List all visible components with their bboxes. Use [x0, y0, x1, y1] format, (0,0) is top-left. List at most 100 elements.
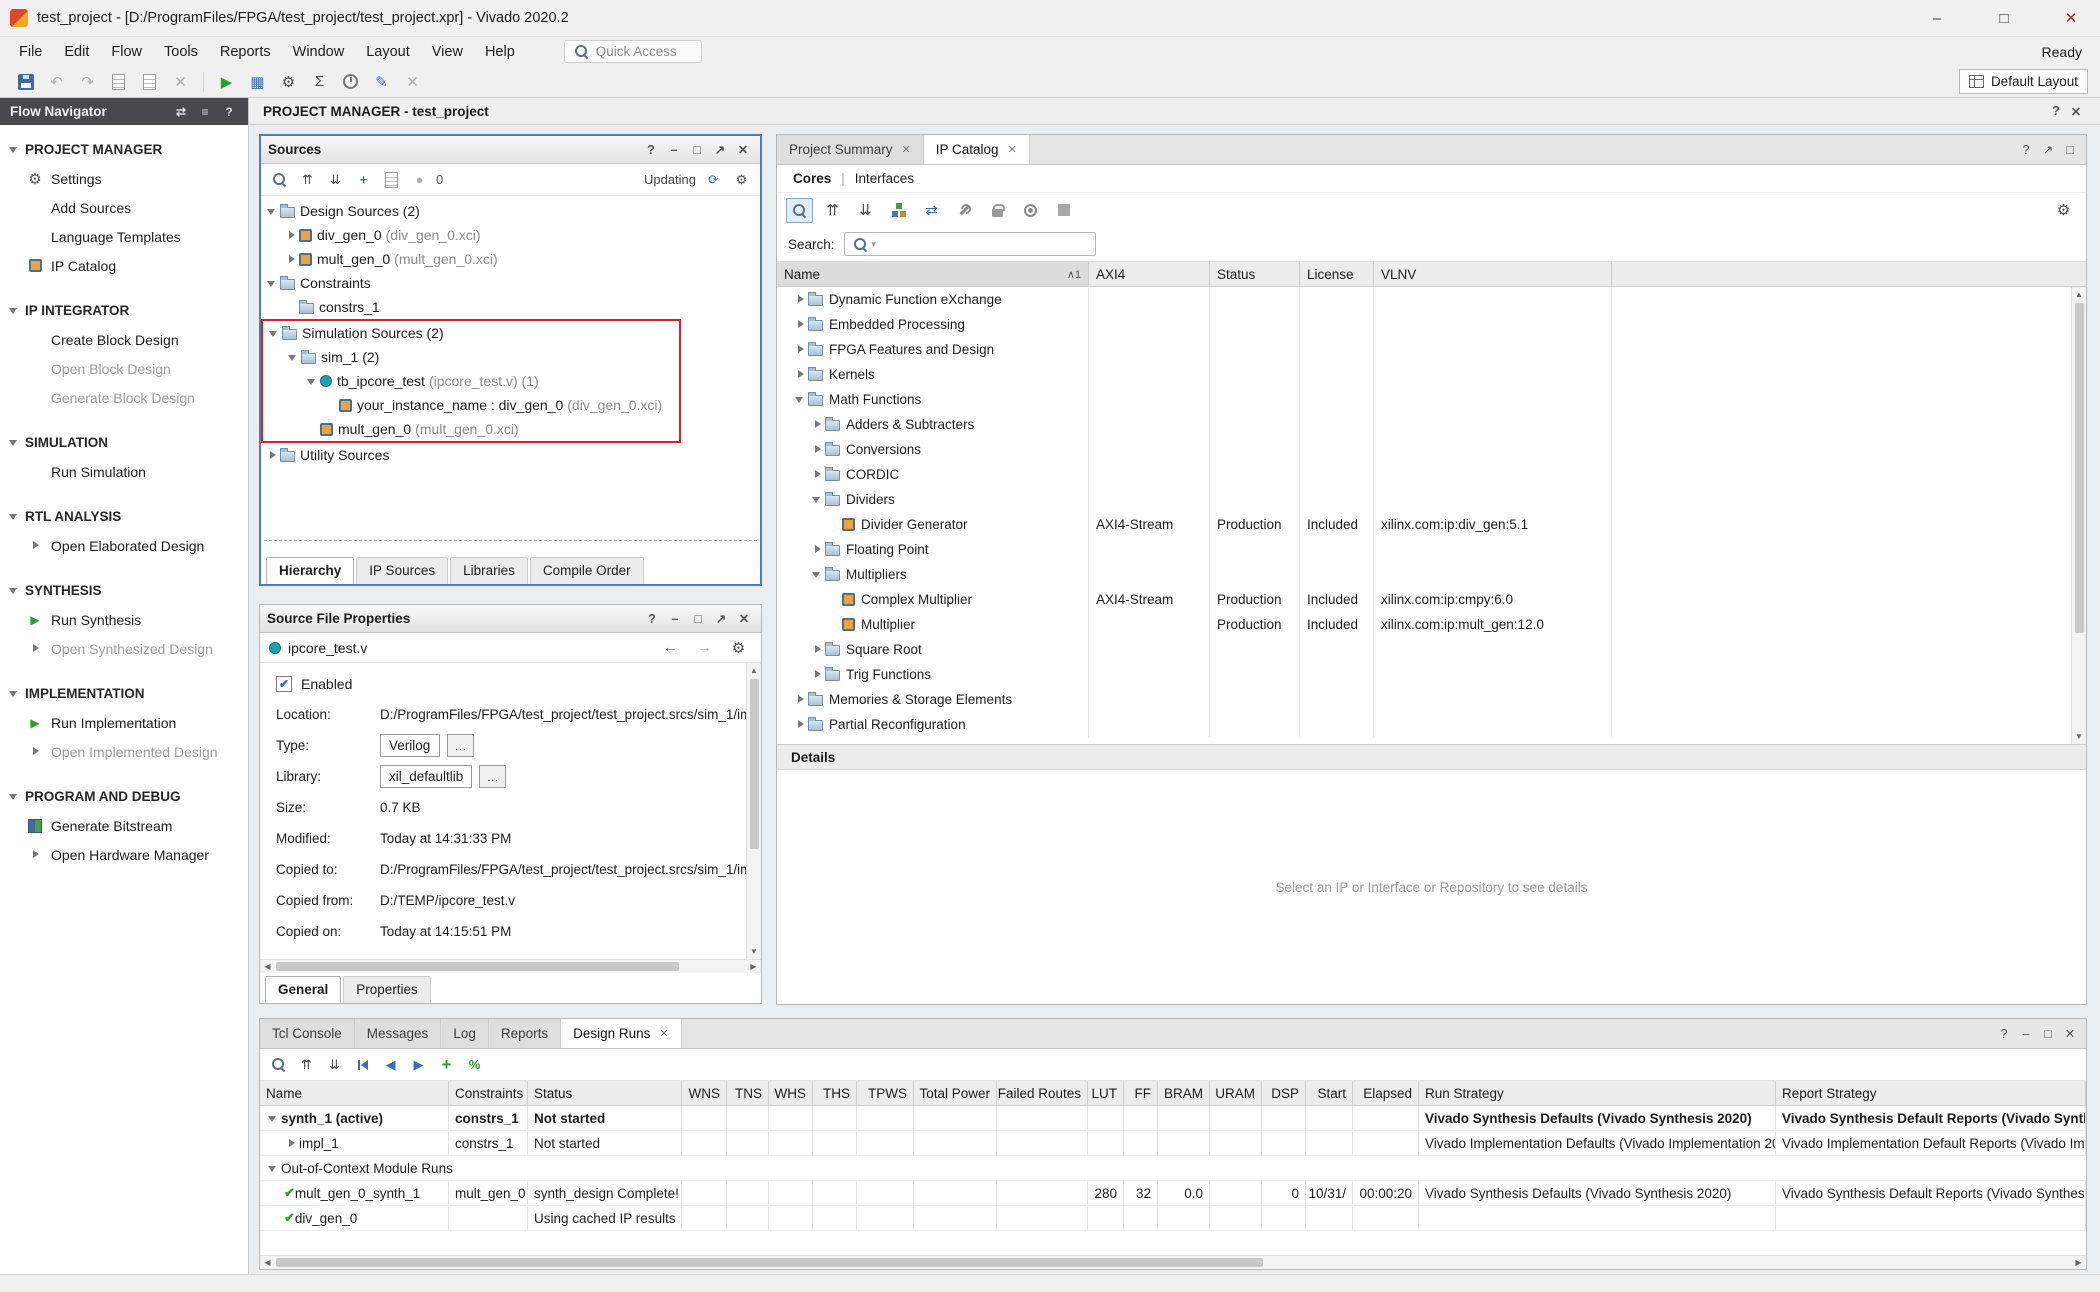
- open-file-button[interactable]: [379, 168, 404, 192]
- expander-icon[interactable]: [810, 667, 825, 682]
- expander-icon[interactable]: [810, 567, 825, 582]
- create-runs-button[interactable]: +: [434, 1053, 459, 1077]
- scroll-down-icon[interactable]: ▼: [2072, 729, 2087, 744]
- menu-item-edit[interactable]: Edit: [53, 41, 100, 63]
- ip-tree-row-dynamic-function-exchange[interactable]: Dynamic Function eXchange: [777, 287, 2086, 312]
- flow-item-add-sources[interactable]: Add Sources: [0, 193, 248, 222]
- column-header-lut[interactable]: LUT: [1088, 1081, 1124, 1105]
- float-icon[interactable]: ↗: [711, 609, 731, 629]
- ip-tree-row-multipliers[interactable]: Multipliers: [777, 562, 2086, 587]
- column-header-run-strategy[interactable]: Run Strategy: [1419, 1081, 1776, 1105]
- refresh-button[interactable]: ⟳: [701, 168, 726, 192]
- column-header-tpws[interactable]: TPWS: [857, 1081, 914, 1105]
- maximize-icon[interactable]: □: [2060, 140, 2080, 160]
- expand-all-button[interactable]: ⇊: [852, 198, 879, 223]
- expander-icon[interactable]: [810, 442, 825, 457]
- design-run-row-impl-1[interactable]: impl_1constrs_1Not startedVivado Impleme…: [260, 1131, 2086, 1156]
- collapse-all-button[interactable]: ⇈: [819, 198, 846, 223]
- run-button[interactable]: ▶: [213, 69, 240, 94]
- menu-item-layout[interactable]: Layout: [355, 41, 421, 63]
- tab-design-runs[interactable]: Design Runs✕: [561, 1019, 682, 1048]
- help-icon[interactable]: ?: [2046, 101, 2066, 121]
- expander-icon[interactable]: [793, 717, 808, 732]
- flow-item-run-implementation[interactable]: ▶Run Implementation: [0, 708, 248, 737]
- scroll-right-icon[interactable]: ▶: [2071, 1255, 2086, 1270]
- help-icon[interactable]: ?: [642, 609, 662, 629]
- ip-tree-row-trig-functions[interactable]: Trig Functions: [777, 662, 2086, 687]
- layout-selector[interactable]: Default Layout: [1959, 69, 2088, 94]
- ip-tree-row-conversions[interactable]: Conversions: [777, 437, 2086, 462]
- customize-ip-button[interactable]: [951, 198, 978, 223]
- column-header-vlnv[interactable]: VLNV: [1374, 262, 1612, 286]
- close-icon[interactable]: ✕: [2066, 101, 2086, 121]
- ellipsis-button[interactable]: …: [479, 765, 506, 788]
- report-button[interactable]: Σ: [306, 69, 333, 94]
- expander-icon[interactable]: [267, 326, 282, 341]
- redo-button[interactable]: ↷: [74, 69, 101, 94]
- scroll-down-icon[interactable]: ▼: [747, 944, 762, 959]
- expand-all-button[interactable]: ⇊: [323, 168, 348, 192]
- expander-icon[interactable]: [284, 252, 299, 267]
- menu-item-flow[interactable]: Flow: [100, 41, 153, 63]
- timing-button[interactable]: [337, 69, 364, 94]
- source-tree-item-your-instance-name-div-gen-0[interactable]: your_instance_name : div_gen_0(div_gen_0…: [263, 393, 679, 417]
- scroll-thumb[interactable]: [276, 962, 679, 971]
- column-header-ff[interactable]: FF: [1124, 1081, 1158, 1105]
- source-tree-item-constrs-1[interactable]: constrs_1: [261, 295, 760, 319]
- ip-tree-row-square-root[interactable]: Square Root: [777, 637, 2086, 662]
- sources-tab-ip-sources[interactable]: IP Sources: [356, 557, 448, 584]
- sources-tab-hierarchy[interactable]: Hierarchy: [266, 557, 354, 584]
- source-tree-item-mult-gen-0[interactable]: mult_gen_0(mult_gen_0.xci): [261, 247, 760, 271]
- flow-section-header-synthesis[interactable]: SYNTHESIS: [0, 576, 248, 605]
- expand-all-button[interactable]: ⇊: [322, 1053, 347, 1077]
- undo-button[interactable]: ↶: [43, 69, 70, 94]
- column-header-status[interactable]: Status: [528, 1081, 682, 1105]
- menu-item-reports[interactable]: Reports: [209, 41, 282, 63]
- close-icon[interactable]: ✕: [734, 609, 754, 629]
- expander-icon[interactable]: [793, 292, 808, 307]
- flow-section-header-implementation[interactable]: IMPLEMENTATION: [0, 679, 248, 708]
- source-tree-item-simulation-sources-2[interactable]: Simulation Sources (2): [263, 321, 679, 345]
- tab-reports[interactable]: Reports: [489, 1019, 561, 1048]
- quick-access-search[interactable]: Quick Access: [564, 40, 702, 63]
- design-run-row-mult-gen-0-synth-1[interactable]: ✔mult_gen_0_synth_1mult_gen_0synth_desig…: [260, 1181, 2086, 1206]
- help-icon[interactable]: ?: [641, 140, 661, 160]
- ip-tree-row-math-functions[interactable]: Math Functions: [777, 387, 2086, 412]
- design-run-row-div-gen-0[interactable]: ✔div_gen_0Using cached IP results: [260, 1206, 2086, 1231]
- menu-item-window[interactable]: Window: [282, 41, 356, 63]
- enabled-checkbox[interactable]: ✔: [276, 676, 292, 692]
- tab-tcl-console[interactable]: Tcl Console: [260, 1019, 355, 1048]
- float-icon[interactable]: ↗: [710, 140, 730, 160]
- expander-icon[interactable]: [266, 1161, 281, 1176]
- back-button[interactable]: ←: [657, 635, 684, 660]
- flow-section-header-ip-integrator[interactable]: IP INTEGRATOR: [0, 296, 248, 325]
- properties-panel-header[interactable]: Source File Properties ? – □ ↗ ✕: [260, 605, 761, 633]
- minimize-icon[interactable]: –: [2016, 1024, 2036, 1044]
- scroll-thumb[interactable]: [276, 1258, 1263, 1267]
- maximize-button[interactable]: □: [1975, 0, 2033, 36]
- ip-tree-row-fpga-features-and-design[interactable]: FPGA Features and Design: [777, 337, 2086, 362]
- scroll-left-icon[interactable]: ◀: [260, 959, 275, 974]
- sources-tab-compile-order[interactable]: Compile Order: [530, 557, 644, 584]
- expander-icon[interactable]: [810, 417, 825, 432]
- column-header-constraints[interactable]: Constraints: [449, 1081, 528, 1105]
- settings-button[interactable]: ⚙: [729, 168, 754, 192]
- ip-tree-row-partial-reconfiguration[interactable]: Partial Reconfiguration: [777, 712, 2086, 737]
- column-header-status[interactable]: Status: [1210, 262, 1300, 286]
- ip-tree-row-floating-point[interactable]: Floating Point: [777, 537, 2086, 562]
- column-header-name[interactable]: Name: [260, 1081, 449, 1105]
- column-header-elapsed[interactable]: Elapsed: [1353, 1081, 1419, 1105]
- help-icon[interactable]: ?: [2016, 140, 2036, 160]
- ip-tree-row-dividers[interactable]: Dividers: [777, 487, 2086, 512]
- tab-project-summary[interactable]: Project Summary✕: [777, 135, 924, 164]
- float-icon[interactable]: ↗: [2038, 140, 2058, 160]
- scroll-up-icon[interactable]: ▲: [2072, 287, 2087, 302]
- source-tree-item-div-gen-0[interactable]: div_gen_0(div_gen_0.xci): [261, 223, 760, 247]
- flow-section-header-rtl-analysis[interactable]: RTL ANALYSIS: [0, 502, 248, 531]
- expander-icon[interactable]: [286, 350, 301, 365]
- expander-icon[interactable]: [265, 204, 280, 219]
- target-button[interactable]: [1017, 198, 1044, 223]
- ip-search-input[interactable]: ▾: [844, 232, 1096, 256]
- column-header-name[interactable]: Name∧1: [777, 262, 1089, 286]
- expander-icon[interactable]: [793, 317, 808, 332]
